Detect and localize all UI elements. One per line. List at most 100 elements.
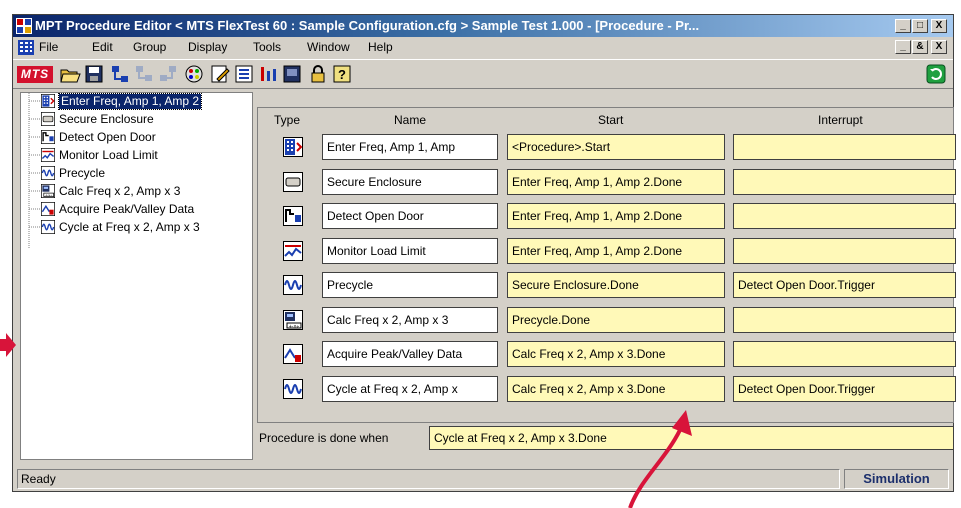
tree-item[interactable]: Cycle at Freq x 2, Amp x 3	[21, 220, 252, 236]
interrupt-cell[interactable]	[733, 306, 956, 333]
doc-restore-button[interactable]: &	[912, 40, 928, 54]
interrupt-cell[interactable]	[733, 341, 956, 367]
tree-item-label: Precycle	[59, 166, 106, 180]
maximize-button[interactable]: □	[912, 19, 928, 33]
done-label: Procedure is done when	[259, 431, 389, 445]
tree-item-label: Monitor Load Limit	[59, 148, 158, 162]
tree-item[interactable]: +-×÷ Calc Freq x 2, Amp x 3	[21, 184, 252, 200]
tree-item-label: Calc Freq x 2, Amp x 3	[59, 184, 181, 198]
left-arrow-annotation	[0, 333, 16, 357]
name-cell[interactable]: Secure Enclosure	[322, 168, 498, 195]
interrupt-cell[interactable]	[733, 237, 956, 264]
tree-item-label: Detect Open Door	[59, 130, 156, 144]
edit-icon[interactable]	[209, 63, 231, 85]
digital-input-icon	[41, 130, 55, 144]
interrupt-cell[interactable]: Detect Open Door.Trigger	[733, 375, 956, 402]
operator-entry-icon[interactable]	[283, 137, 303, 157]
insert-after-icon[interactable]	[157, 63, 179, 85]
tree-item[interactable]: Detect Open Door	[21, 130, 252, 146]
toolbar: MTS ?	[13, 59, 953, 89]
close-button[interactable]: X	[931, 19, 947, 33]
interrupt-cell[interactable]: Detect Open Door.Trigger	[733, 272, 956, 298]
header-type: Type	[274, 113, 301, 127]
doc-minimize-button[interactable]: _	[895, 40, 911, 54]
window-title: MPT Procedure Editor < MTS FlexTest 60 :…	[35, 18, 700, 33]
start-cell[interactable]: Enter Freq, Amp 1, Amp 2.Done	[507, 237, 725, 264]
curved-arrow-annotation	[628, 410, 692, 508]
group-icon[interactable]	[109, 63, 131, 85]
svg-text:+-×÷: +-×÷	[289, 324, 300, 330]
tree-item-label: Secure Enclosure	[59, 112, 154, 126]
interrupt-cell[interactable]	[733, 203, 956, 229]
menu-tools[interactable]: Tools	[253, 40, 281, 54]
signal-icon[interactable]	[257, 63, 279, 85]
tree-item-label: Cycle at Freq x 2, Amp x 3	[59, 220, 200, 234]
cyclic-command-icon[interactable]	[283, 275, 303, 295]
app-icon	[16, 18, 32, 34]
procedure-grid: Type Name Start Interrupt Enter Freq, Am…	[257, 107, 956, 423]
status-bar: Ready Simulation	[17, 469, 949, 489]
name-cell[interactable]: Precycle	[322, 272, 498, 298]
data-acquisition-icon[interactable]	[283, 344, 303, 364]
tree-item[interactable]: Acquire Peak/Valley Data	[21, 202, 252, 218]
menu-window[interactable]: Window	[307, 40, 350, 54]
name-cell[interactable]: Calc Freq x 2, Amp x 3	[322, 306, 498, 333]
mts-logo: MTS	[17, 66, 53, 83]
simulation-indicator: Simulation	[844, 469, 949, 489]
menu-file[interactable]: File	[39, 40, 58, 54]
tree-item[interactable]: Precycle	[21, 166, 252, 182]
status-text: Ready	[17, 469, 840, 489]
limit-detector-icon[interactable]	[283, 240, 303, 261]
save-icon[interactable]	[83, 63, 105, 85]
start-cell[interactable]: <Procedure>.Start	[507, 134, 725, 160]
insert-before-icon[interactable]	[133, 63, 155, 85]
title-bar[interactable]: MPT Procedure Editor < MTS FlexTest 60 :…	[13, 15, 953, 37]
cyclic-command-icon	[41, 166, 55, 180]
tree-item[interactable]: Monitor Load Limit	[21, 148, 252, 164]
calculator-icon: +-×÷	[41, 184, 55, 198]
calculator-icon[interactable]: +-×÷	[283, 309, 303, 330]
refresh-icon[interactable]	[925, 63, 947, 85]
tree-item[interactable]: Secure Enclosure	[21, 112, 252, 128]
message-icon[interactable]	[283, 171, 303, 192]
start-cell[interactable]: Enter Freq, Amp 1, Amp 2.Done	[507, 203, 725, 229]
svg-text:?: ?	[338, 67, 346, 82]
start-cell[interactable]: Secure Enclosure.Done	[507, 272, 725, 298]
cyclic-command-icon	[41, 220, 55, 234]
interrupt-cell[interactable]	[733, 168, 956, 195]
header-interrupt: Interrupt	[818, 113, 863, 127]
interrupt-cell[interactable]	[733, 134, 956, 160]
name-cell[interactable]: Monitor Load Limit	[322, 237, 498, 264]
message-icon	[41, 112, 55, 126]
menu-edit[interactable]: Edit	[92, 40, 113, 54]
menu-display[interactable]: Display	[188, 40, 227, 54]
header-start: Start	[598, 113, 624, 127]
name-cell[interactable]: Acquire Peak/Valley Data	[322, 341, 498, 367]
name-cell[interactable]: Enter Freq, Amp 1, Amp	[322, 134, 498, 160]
color-icon[interactable]	[183, 63, 205, 85]
lock-icon[interactable]	[307, 63, 329, 85]
properties-icon[interactable]	[233, 63, 255, 85]
help-icon[interactable]: ?	[331, 63, 353, 85]
limit-detector-icon	[41, 148, 55, 162]
name-cell[interactable]: Cycle at Freq x 2, Amp x	[322, 375, 498, 402]
start-cell[interactable]: Calc Freq x 2, Amp x 3.Done	[507, 341, 725, 367]
tree-item-label: Enter Freq, Amp 1, Amp 2	[57, 93, 203, 110]
menu-group[interactable]: Group	[133, 40, 166, 54]
start-cell[interactable]: Enter Freq, Amp 1, Amp 2.Done	[507, 168, 725, 195]
document-menu-icon[interactable]	[18, 40, 34, 55]
station-icon[interactable]	[281, 63, 303, 85]
digital-input-icon[interactable]	[283, 206, 303, 226]
done-condition: Procedure is done when Cycle at Freq x 2…	[257, 424, 954, 452]
name-cell[interactable]: Detect Open Door	[322, 203, 498, 229]
tree-item-label: Acquire Peak/Valley Data	[59, 202, 195, 216]
start-cell[interactable]: Precycle.Done	[507, 306, 725, 333]
open-icon[interactable]	[59, 63, 81, 85]
menu-help[interactable]: Help	[368, 40, 393, 54]
start-cell[interactable]: Calc Freq x 2, Amp x 3.Done	[507, 375, 725, 402]
doc-close-button[interactable]: X	[931, 40, 947, 54]
cyclic-command-icon[interactable]	[283, 378, 303, 399]
minimize-button[interactable]: _	[895, 19, 911, 33]
tree-item[interactable]: Enter Freq, Amp 1, Amp 2	[21, 93, 252, 110]
app-window: MPT Procedure Editor < MTS FlexTest 60 :…	[12, 14, 956, 492]
